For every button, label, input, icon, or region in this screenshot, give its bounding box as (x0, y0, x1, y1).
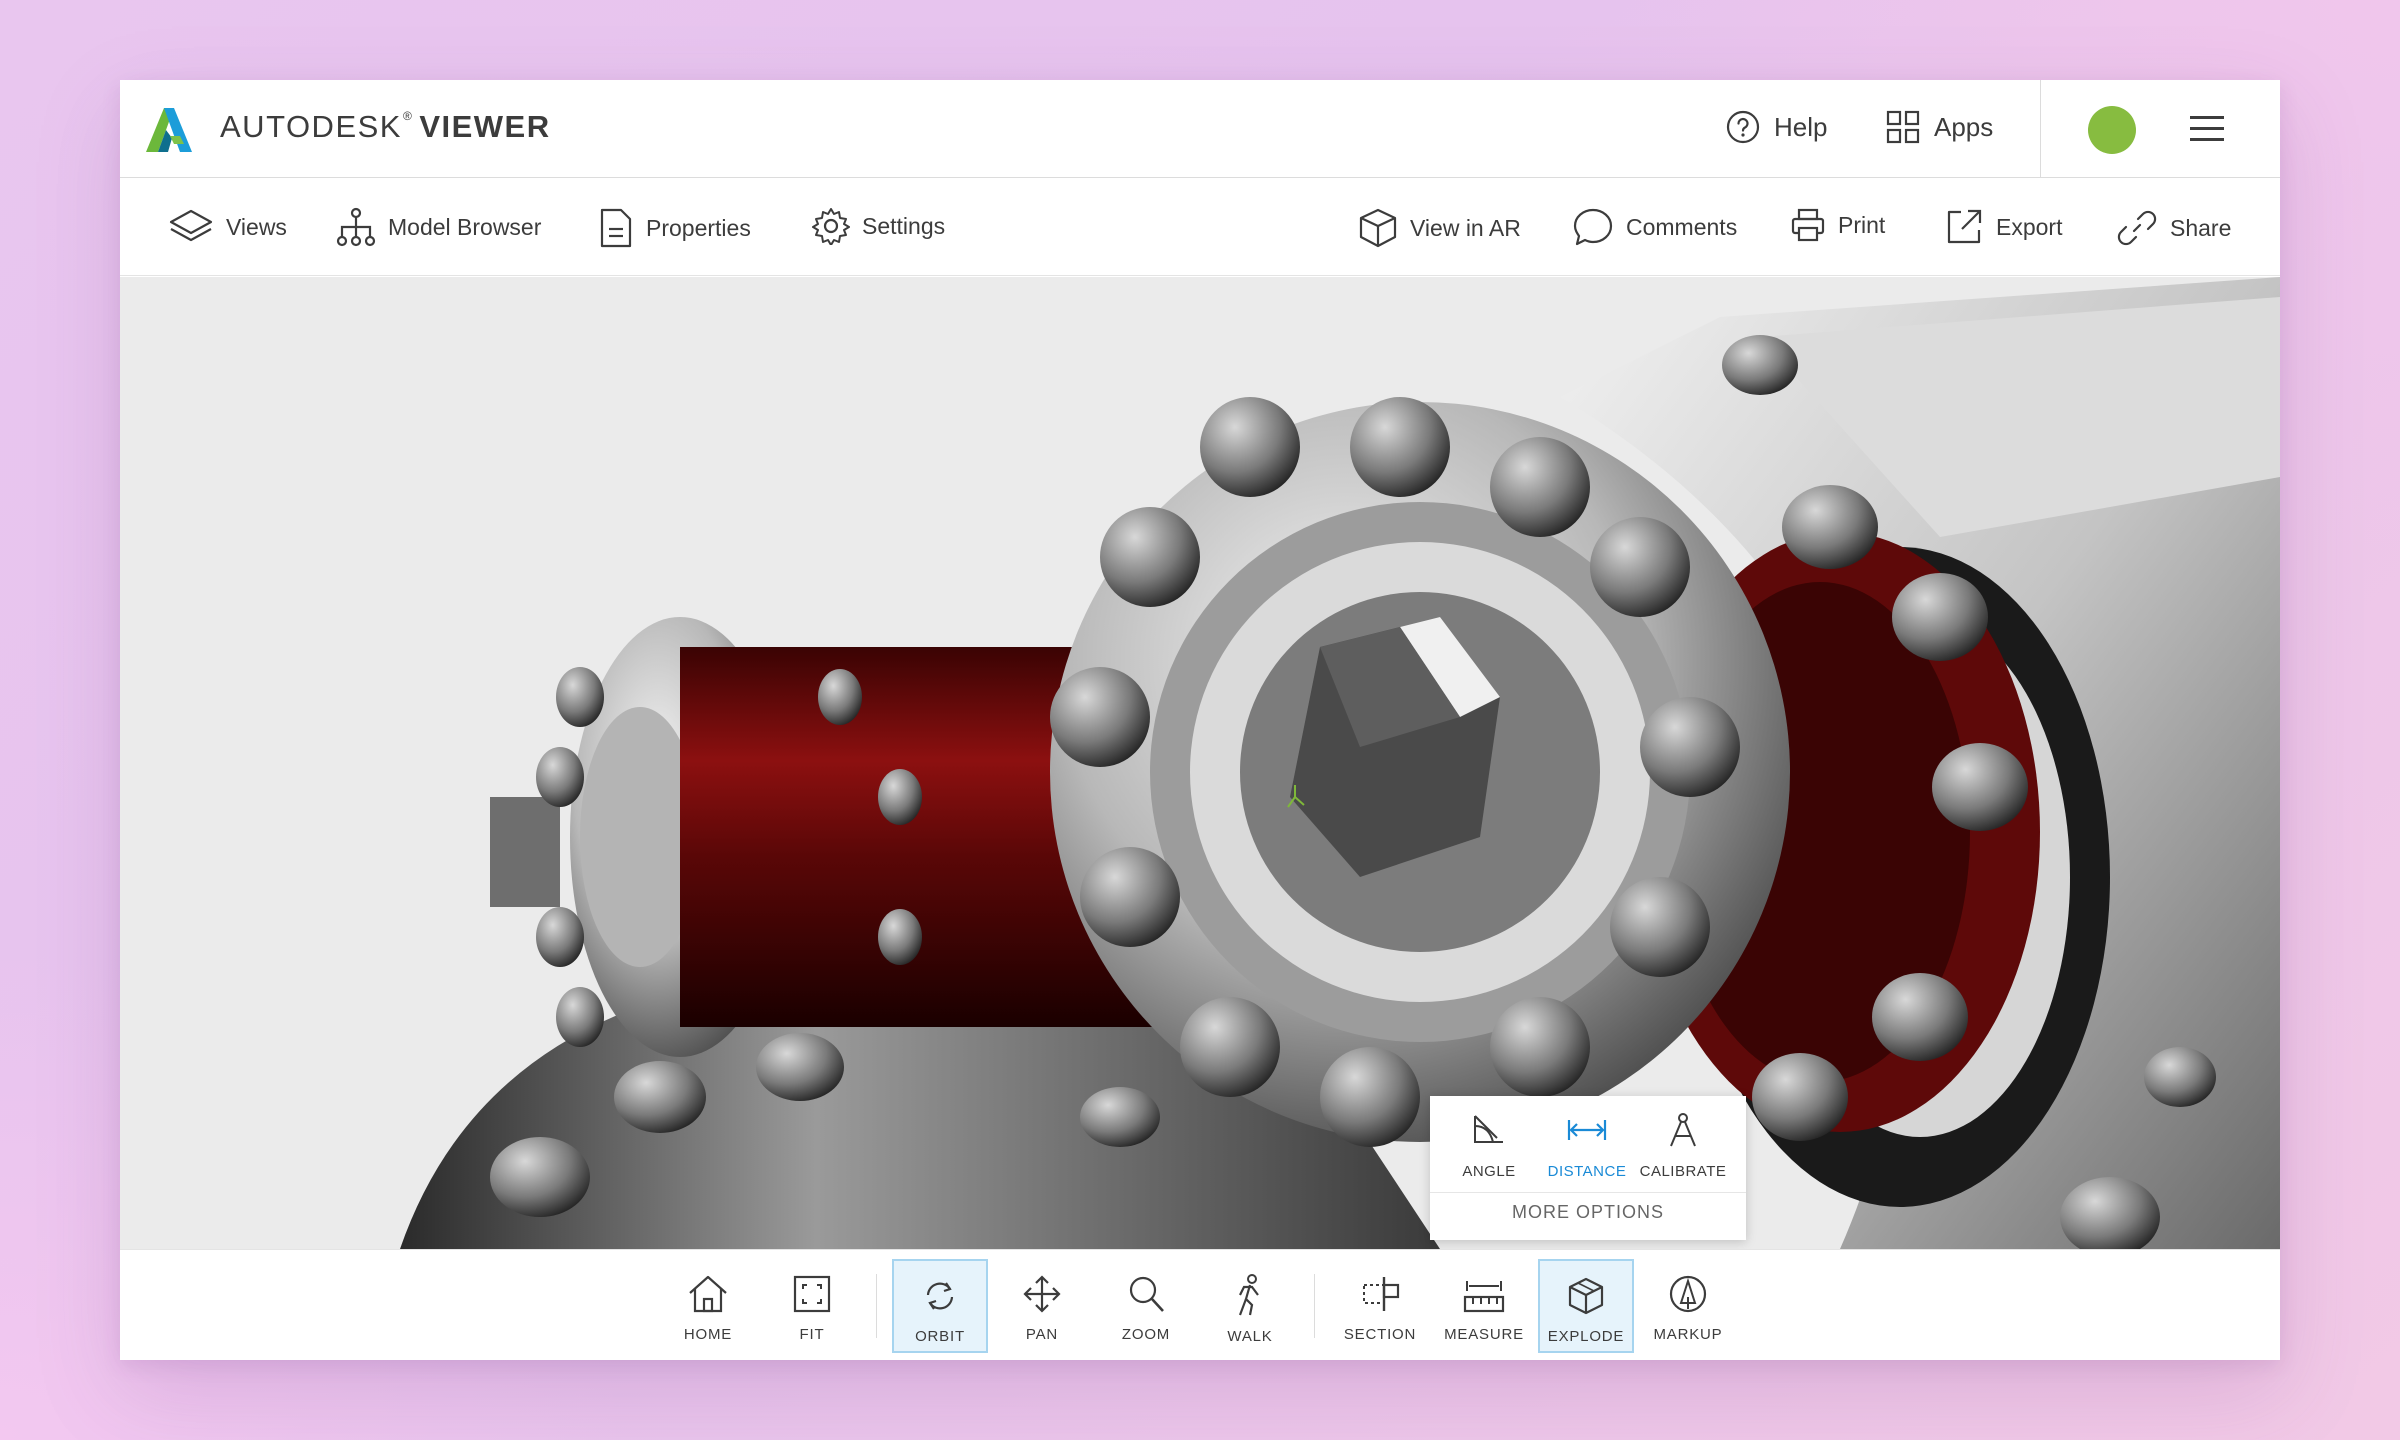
zoom-tool[interactable]: ZOOM (1098, 1259, 1194, 1353)
compass-icon (1670, 1113, 1696, 1147)
fit-icon (793, 1275, 831, 1313)
views-button[interactable]: Views (168, 207, 287, 247)
print-button[interactable]: Print (1790, 207, 1885, 243)
home-tool[interactable]: HOME (660, 1259, 756, 1353)
popover-divider (1430, 1192, 1746, 1193)
share-button[interactable]: Share (2116, 207, 2231, 249)
walk-tool[interactable]: WALK (1202, 1259, 1298, 1353)
toolbar-divider (876, 1274, 877, 1338)
autodesk-logo (146, 108, 192, 152)
markup-tool[interactable]: MARKUP (1640, 1259, 1736, 1353)
apps-button[interactable]: Apps (1886, 110, 1993, 144)
pan-tool[interactable]: PAN (994, 1259, 1090, 1353)
hierarchy-icon (336, 207, 376, 247)
markup-tool-label: MARKUP (1653, 1326, 1723, 1343)
apps-label: Apps (1934, 111, 1994, 142)
explode-tool-label: EXPLODE (1547, 1328, 1625, 1345)
explode-icon (1568, 1277, 1604, 1315)
angle-icon (1474, 1115, 1503, 1143)
settings-label: Settings (862, 212, 946, 239)
comments-button[interactable]: Comments (1572, 207, 1737, 247)
cube-icon (1359, 208, 1397, 248)
export-icon (1947, 209, 1982, 244)
main-toolbar: Views Model Browser Properties Settings … (120, 179, 2280, 276)
pan-tool-label: PAN (1025, 1326, 1059, 1343)
calibrate-tool[interactable]: CALIBRATE (1638, 1112, 1728, 1180)
distance-tool-label: DISTANCE (1547, 1163, 1627, 1180)
layers-icon (169, 209, 213, 242)
calibrate-tool-label: CALIBRATE (1639, 1163, 1727, 1180)
brand-product: VIEWER (419, 109, 551, 144)
registered-mark: ® (402, 109, 414, 123)
brand-prefix: AUTODESK (220, 109, 402, 144)
properties-button[interactable]: Properties (598, 207, 751, 249)
export-label: Export (1996, 213, 2063, 240)
gear-icon (812, 208, 850, 245)
section-icon (1363, 1277, 1400, 1311)
section-tool[interactable]: SECTION (1332, 1259, 1428, 1353)
app-header: AUTODESK® VIEWER Help Apps (120, 80, 2280, 178)
zoom-tool-label: ZOOM (1121, 1326, 1171, 1343)
measure-tool-label: MEASURE (1444, 1326, 1524, 1343)
model-browser-label: Model Browser (388, 213, 542, 240)
view-in-ar-button[interactable]: View in AR (1358, 207, 1521, 249)
distance-tool[interactable]: DISTANCE (1542, 1112, 1632, 1180)
printer-icon (1791, 208, 1825, 242)
share-label: Share (2170, 214, 2232, 241)
walk-icon (1238, 1274, 1259, 1316)
markup-icon (1669, 1275, 1707, 1313)
help-icon (1726, 110, 1760, 144)
toolbar-divider (1314, 1274, 1315, 1338)
model-viewport[interactable] (120, 277, 2280, 1249)
angle-tool[interactable]: ANGLE (1444, 1112, 1534, 1180)
help-button[interactable]: Help (1726, 110, 1827, 144)
help-label: Help (1774, 111, 1828, 142)
fit-tool[interactable]: FIT (764, 1259, 860, 1353)
measure-popover: ANGLE DISTANCE CALIBRATE MORE OPTIONS (1430, 1096, 1746, 1240)
fit-tool-label: FIT (799, 1326, 825, 1343)
angle-tool-label: ANGLE (1462, 1163, 1516, 1180)
app-title: AUTODESK® VIEWER (220, 109, 551, 145)
home-icon (689, 1275, 727, 1313)
section-tool-label: SECTION (1343, 1326, 1417, 1343)
properties-label: Properties (646, 214, 751, 241)
header-divider (2040, 80, 2041, 178)
views-label: Views (226, 213, 287, 240)
hamburger-menu-icon[interactable] (2190, 113, 2224, 145)
orbit-tool[interactable]: ORBIT (892, 1259, 988, 1353)
home-tool-label: HOME (683, 1326, 733, 1343)
model-browser-button[interactable]: Model Browser (336, 207, 541, 247)
zoom-icon (1129, 1276, 1164, 1312)
print-label: Print (1838, 211, 1886, 238)
link-icon (2117, 210, 2157, 246)
walk-tool-label: WALK (1227, 1328, 1273, 1345)
apps-grid-icon (1886, 110, 1920, 144)
export-button[interactable]: Export (1944, 207, 2062, 247)
pan-icon (1023, 1275, 1061, 1313)
measure-tool[interactable]: MEASURE (1436, 1259, 1532, 1353)
ruler-icon (1463, 1281, 1505, 1313)
speech-bubble-icon (1573, 208, 1613, 246)
document-icon (600, 208, 632, 248)
view-in-ar-label: View in AR (1410, 214, 1521, 241)
more-options-button[interactable]: MORE OPTIONS (1430, 1202, 1746, 1223)
settings-button[interactable]: Settings (812, 207, 945, 245)
mechanical-assembly-model (400, 277, 2280, 1249)
orbit-icon (926, 1282, 954, 1310)
navigation-toolbar: HOME FIT ORBIT PAN ZOOM WALK SECTION MEA… (120, 1249, 2280, 1360)
avatar[interactable] (2088, 106, 2136, 154)
comments-label: Comments (1626, 213, 1738, 240)
orbit-tool-label: ORBIT (915, 1328, 965, 1345)
viewer-window: AUTODESK® VIEWER Help Apps Views Model B… (120, 80, 2280, 1360)
distance-icon (1567, 1120, 1607, 1140)
explode-tool[interactable]: EXPLODE (1538, 1259, 1634, 1353)
